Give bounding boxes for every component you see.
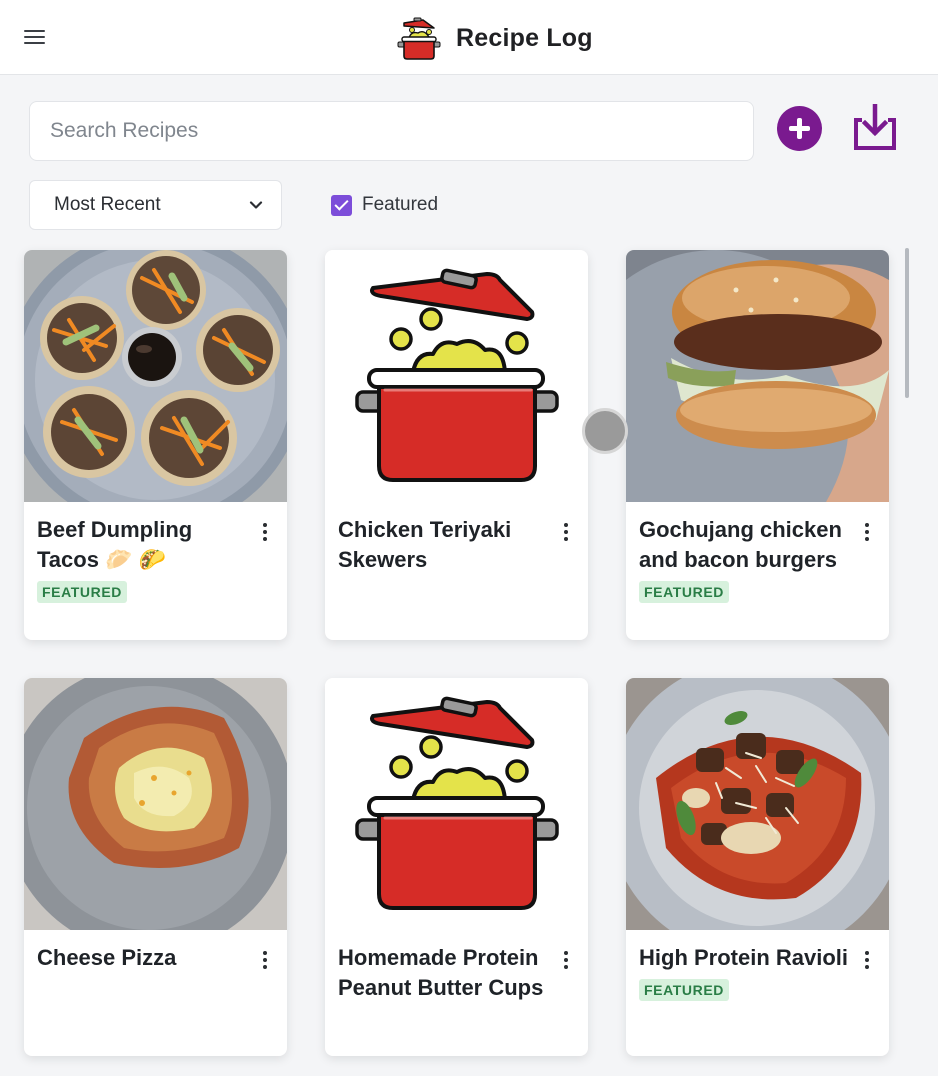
search-input[interactable] — [29, 101, 754, 161]
scrollbar-thumb[interactable] — [905, 248, 909, 398]
cooking-pot-icon — [397, 17, 441, 60]
featured-badge: FEATURED — [639, 581, 729, 603]
sort-select[interactable]: Most Recent — [29, 180, 282, 230]
more-options-icon[interactable] — [556, 520, 576, 544]
recipe-title-text: Homemade Protein Peanut Butter Cups — [338, 945, 544, 1000]
hamburger-menu-icon[interactable] — [22, 26, 48, 48]
featured-filter[interactable]: Featured — [331, 194, 438, 216]
more-options-icon[interactable] — [255, 520, 275, 544]
recipe-title: High Protein Ravioli FEATURED — [639, 943, 851, 1003]
cooking-pot-placeholder — [325, 678, 588, 930]
download-tray-icon[interactable] — [852, 104, 898, 152]
featured-badge: FEATURED — [37, 581, 127, 603]
recipe-card[interactable]: Gochujang chicken and bacon burgers FEAT… — [626, 250, 889, 640]
plus-circle-icon[interactable] — [777, 106, 822, 151]
recipe-card[interactable]: Chicken Teriyaki Skewers — [325, 250, 588, 640]
recipe-title-text: High Protein Ravioli — [639, 945, 849, 970]
recipe-title: Chicken Teriyaki Skewers — [338, 515, 550, 575]
recipe-title: Homemade Protein Peanut Butter Cups — [338, 943, 550, 1003]
recipe-title-text: Chicken Teriyaki Skewers — [338, 517, 512, 572]
more-options-icon[interactable] — [255, 948, 275, 972]
recipe-card[interactable]: Homemade Protein Peanut Butter Cups — [325, 678, 588, 1056]
chevron-down-icon — [249, 201, 263, 209]
more-options-icon[interactable] — [556, 948, 576, 972]
recipe-title-text: Cheese Pizza — [37, 945, 177, 970]
featured-label: Featured — [362, 194, 439, 215]
sort-selected-value: Most Recent — [54, 194, 161, 215]
tacos-photo — [24, 250, 287, 502]
recipe-card[interactable]: High Protein Ravioli FEATURED — [626, 678, 889, 1056]
recipe-title-text: Beef Dumpling Tacos 🥟 🌮 — [37, 517, 193, 572]
cooking-pot-placeholder — [325, 250, 588, 502]
more-options-icon[interactable] — [857, 948, 877, 972]
recipe-title: Gochujang chicken and bacon burgers FEAT… — [639, 515, 851, 605]
recipe-title-text: Gochujang chicken and bacon burgers — [639, 517, 842, 572]
recipe-card[interactable]: Cheese Pizza — [24, 678, 287, 1056]
ravioli-photo — [626, 678, 889, 930]
burger-photo — [626, 250, 889, 502]
recipe-card[interactable]: Beef Dumpling Tacos 🥟 🌮 FEATURED — [24, 250, 287, 640]
app-title: Recipe Log — [456, 23, 593, 52]
recipe-title: Cheese Pizza — [37, 943, 249, 973]
recipe-title: Beef Dumpling Tacos 🥟 🌮 FEATURED — [37, 515, 249, 605]
floating-scroll-button[interactable] — [582, 408, 628, 454]
brand[interactable]: Recipe Log — [396, 14, 593, 62]
featured-checkbox[interactable] — [331, 194, 352, 216]
app-header: Recipe Log — [0, 0, 938, 75]
pizza-photo — [24, 678, 287, 930]
featured-badge: FEATURED — [639, 979, 729, 1001]
more-options-icon[interactable] — [857, 520, 877, 544]
